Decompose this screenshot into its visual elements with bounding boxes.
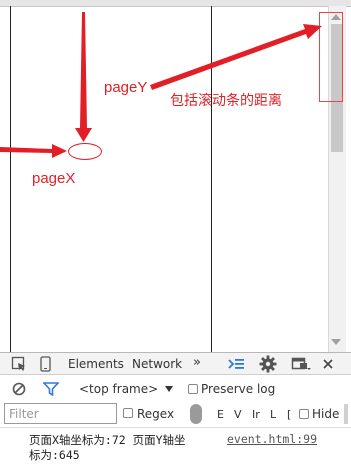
preserve-log-label: Preserve log (201, 382, 276, 396)
console-message-line-2: 标为:645 (29, 448, 80, 462)
level-errors[interactable]: E (217, 408, 224, 421)
console-output: 页面X轴坐标为:72 页面Y轴坐 标为:645 event.html:99 (0, 428, 351, 466)
level-info[interactable]: Ir (252, 408, 260, 421)
filterbar-overflow-edge (344, 404, 348, 424)
inspect-element-icon[interactable] (11, 356, 27, 372)
pagey-diagonal-arrow (150, 24, 322, 90)
level-debug[interactable]: [ (287, 408, 291, 421)
pagex-label: pageX (32, 170, 76, 187)
frame-dropdown-arrow-icon[interactable] (165, 386, 173, 392)
console-drawer-icon[interactable] (227, 356, 245, 372)
filter-funnel-icon[interactable] (43, 382, 59, 396)
close-devtools-icon[interactable] (322, 358, 334, 370)
devtools-tabbar: Elements Network » (0, 352, 351, 375)
hide-checkbox[interactable] (299, 409, 309, 419)
more-tabs-button[interactable]: » (193, 355, 201, 370)
device-mode-icon[interactable] (39, 356, 53, 372)
preserve-log-checkbox[interactable] (188, 384, 198, 394)
regex-label: Regex (137, 407, 175, 421)
level-warnings[interactable]: V (234, 408, 242, 421)
console-source-link[interactable]: event.html:99 (227, 432, 317, 446)
clear-console-icon[interactable] (12, 382, 26, 396)
regex-checkbox[interactable] (123, 408, 133, 418)
pagex-horizontal-arrow (0, 144, 67, 158)
pagey-label: pageY (104, 79, 148, 96)
tab-elements[interactable]: Elements (68, 357, 124, 371)
level-logs[interactable]: L (270, 408, 276, 421)
tab-network[interactable]: Network (132, 357, 182, 371)
filter-input[interactable] (4, 403, 117, 424)
pagey-vertical-arrow (75, 12, 92, 142)
dock-side-icon[interactable] (291, 356, 311, 372)
console-toolbar: <top frame> Preserve log (0, 377, 351, 401)
pagey-note: 包括滚动条的距离 (170, 92, 282, 108)
frame-selector[interactable]: <top frame> (79, 382, 158, 396)
settings-gear-icon[interactable] (259, 355, 277, 373)
console-message-line-1: 页面X轴坐标为:72 页面Y轴坐 (29, 433, 186, 447)
hide-label: Hide (312, 407, 340, 421)
level-all-pill[interactable] (190, 404, 202, 424)
